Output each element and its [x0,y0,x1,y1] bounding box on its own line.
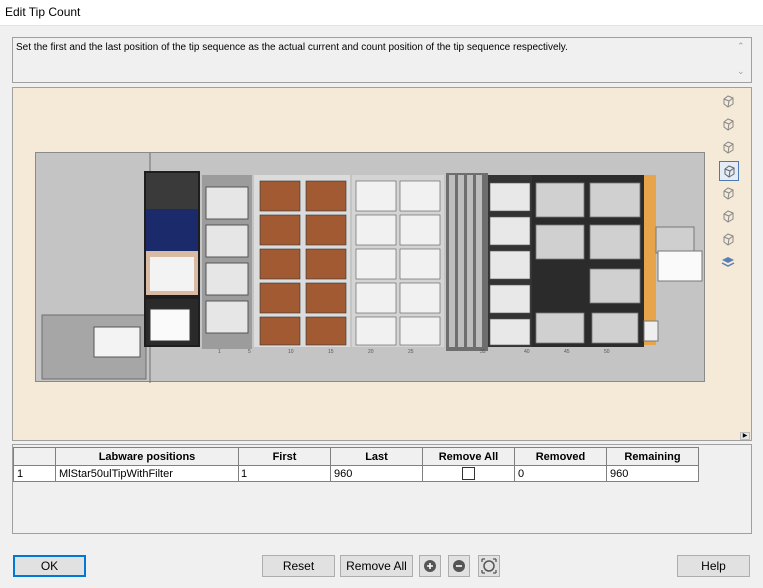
window-title: Edit Tip Count [5,5,81,19]
column-header-remove-all: Remove All [422,447,515,466]
scroll-down-icon[interactable]: ⌄ [737,66,745,77]
view-cube-7-icon[interactable] [719,230,739,250]
zoom-out-button[interactable] [448,555,470,577]
title-bar: Edit Tip Count [0,0,763,26]
table-row[interactable]: 1 MlStar50ulTipWithFilter 960 0 960 [13,465,699,482]
remove-all-cell[interactable] [422,465,515,482]
column-header-index [13,447,56,466]
deck-position-label: 35 [480,349,486,355]
deck-position-label: 5 [248,349,251,355]
deck-position-label: 45 [564,349,570,355]
deck-position-label: 15 [328,349,334,355]
deck-view[interactable]: 1 5 10 15 20 25 35 40 45 50 [12,87,752,441]
help-button[interactable]: Help [677,555,750,577]
remove-all-checkbox[interactable] [462,467,475,480]
deck-base: 1 5 10 15 20 25 35 40 45 50 [35,152,705,383]
view-cube-1-icon[interactable] [719,92,739,112]
description-text: Set the first and the last position of t… [16,42,568,53]
first-input[interactable] [239,466,325,481]
removed-cell: 0 [514,465,607,482]
deck-position-label: 20 [368,349,374,355]
fit-view-icon [481,558,497,574]
reset-button[interactable]: Reset [262,555,335,577]
view-cube-3-icon[interactable] [719,138,739,158]
fit-view-button[interactable] [478,555,500,577]
view-cube-4-icon[interactable] [719,161,739,181]
view-cube-2-icon[interactable] [719,115,739,135]
column-header-remaining: Remaining [606,447,699,466]
tip-count-table-panel: Labware positions First Last Remove All … [12,444,752,534]
labware-cell[interactable]: MlStar50ulTipWithFilter [55,465,239,482]
view-cube-6-icon[interactable] [719,207,739,227]
tip-count-table: Labware positions First Last Remove All … [13,447,699,482]
zoom-in-button[interactable] [419,555,441,577]
remove-all-button[interactable]: Remove All [340,555,413,577]
table-header-row: Labware positions First Last Remove All … [13,447,699,466]
column-header-removed: Removed [514,447,607,466]
deck-position-label: 25 [408,349,414,355]
first-cell[interactable] [238,465,331,482]
description-box: Set the first and the last position of t… [12,37,752,83]
ok-button[interactable]: OK [13,555,86,577]
deck-position-label: 50 [604,349,610,355]
layers-icon[interactable] [719,253,739,273]
column-header-first: First [238,447,331,466]
view-toolbar [719,92,741,276]
zoom-out-icon [453,560,465,572]
row-index: 1 [13,465,56,482]
zoom-in-icon [424,560,436,572]
scroll-right-icon[interactable]: ▶ [740,432,750,440]
deck-position-label: 1 [218,349,221,355]
last-cell[interactable]: 960 [330,465,423,482]
view-cube-5-icon[interactable] [719,184,739,204]
deck-position-label: 10 [288,349,294,355]
column-header-last: Last [330,447,423,466]
description-scrollbar[interactable]: ⌃ ⌄ [734,38,751,82]
deck-position-label: 40 [524,349,530,355]
remaining-cell: 960 [606,465,699,482]
scroll-up-icon[interactable]: ⌃ [737,41,745,52]
column-header-labware: Labware positions [55,447,239,466]
